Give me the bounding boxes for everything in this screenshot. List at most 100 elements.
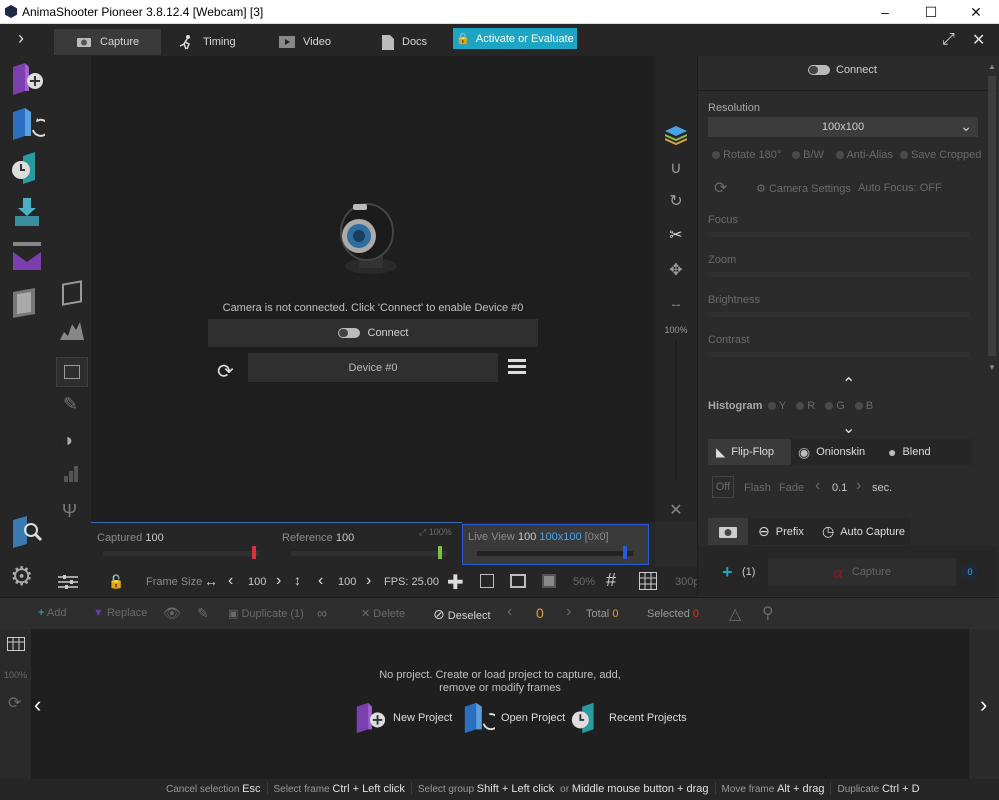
captured-slider-marker[interactable] [252, 546, 256, 559]
crop-tool-button[interactable] [56, 357, 88, 387]
add-button[interactable]: + Add [38, 607, 66, 619]
timeline-recent-projects-button[interactable]: Recent Projects [569, 701, 687, 735]
width-decrease-button[interactable]: ‹ [228, 572, 233, 590]
export-icon[interactable] [9, 238, 45, 274]
close-button[interactable]: ✕ [953, 0, 999, 24]
unlock-icon[interactable]: 🔓 [108, 574, 124, 590]
close-overlay-icon[interactable]: ✕ [666, 500, 686, 520]
expand-chevron-icon[interactable]: › [18, 28, 24, 49]
tab-prefix[interactable]: ⊖ Prefix [758, 518, 804, 545]
current-frame-index[interactable]: 0 [536, 605, 544, 621]
maximize-button[interactable]: ☐ [908, 0, 954, 24]
captured-slider[interactable] [103, 551, 259, 556]
frame-height-value[interactable]: 100 [338, 576, 356, 588]
rotate-icon[interactable]: ↻ [666, 191, 686, 211]
duplicate-button[interactable]: ▣ Duplicate (1) [228, 607, 304, 620]
tab-onionskin[interactable]: ◉ Onionskin [798, 439, 865, 465]
reference-panel[interactable]: Reference 100 ⤢ 100% [277, 522, 462, 566]
timeline-open-project-button[interactable]: Open Project [461, 701, 565, 735]
liveview-slider-marker[interactable] [623, 546, 627, 559]
link-icon[interactable]: ∞ [317, 605, 327, 621]
tab-docs[interactable]: Docs [360, 29, 449, 55]
timeline-scroll-right[interactable]: › [980, 692, 987, 718]
fps-value[interactable]: FPS: 25.00 [384, 576, 439, 588]
overlay-zoom-slider[interactable] [675, 340, 677, 480]
layers-view-icon[interactable] [62, 280, 82, 306]
liveview-panel[interactable]: Live View 100 100x100 [0x0] [462, 524, 649, 565]
tab-video[interactable]: Video [257, 29, 353, 55]
flip-fade-button[interactable]: Fade [779, 482, 804, 494]
reference-slider[interactable] [291, 551, 447, 556]
frame-width-value[interactable]: 100 [248, 576, 266, 588]
move-icon[interactable]: ✥ [666, 260, 686, 280]
tab-flip-flop[interactable]: ◣ Flip-Flop [708, 439, 791, 465]
contrast-icon[interactable]: ◑ [62, 430, 73, 451]
target-icon[interactable]: ⧿ [666, 295, 686, 315]
collapse-up-icon[interactable]: ⌃ [842, 374, 855, 394]
timeline-grid-icon[interactable] [7, 637, 25, 651]
histogram-view-icon[interactable] [60, 318, 84, 340]
refresh-devices-icon[interactable]: ⟳ [217, 359, 234, 384]
tab-timing[interactable]: Timing [155, 29, 258, 55]
reference-slider-marker[interactable] [438, 546, 442, 559]
camera-settings-button[interactable]: ⚙ Camera Settings [756, 182, 851, 195]
zoom-slider[interactable] [708, 272, 970, 277]
activate-button[interactable]: 🔒 Activate or Evaluate [453, 28, 577, 49]
mask-icon[interactable] [542, 574, 556, 588]
tab-blend[interactable]: ● Blend [888, 439, 931, 465]
antialias-option[interactable]: Anti-Alias [836, 149, 893, 161]
brush-icon[interactable]: ✎ [197, 605, 209, 622]
frames-icon[interactable] [9, 284, 45, 320]
tools-icon[interactable]: ✕ [972, 30, 985, 50]
delete-button[interactable]: ✕ Delete [361, 607, 405, 620]
settings-gear-icon[interactable]: ⚙ [10, 561, 33, 592]
width-increase-button[interactable]: › [276, 572, 281, 590]
panel-connect-button[interactable]: Connect [808, 64, 877, 76]
mask-opacity-value[interactable]: 50% [573, 576, 595, 588]
tab-capture[interactable]: Capture [54, 29, 162, 55]
adjust-sliders-icon[interactable] [58, 575, 78, 589]
onion-curve-icon[interactable]: ∪ [666, 158, 686, 178]
captured-panel[interactable]: Captured 100 [91, 522, 277, 566]
new-project-icon[interactable] [9, 61, 45, 97]
save-cropped-option[interactable]: Save Cropped [900, 149, 981, 161]
histogram-channels[interactable]: Y R G B [768, 400, 873, 412]
flip-interval-value[interactable]: 0.1 [832, 482, 847, 494]
timeline-new-project-button[interactable]: New Project [353, 701, 452, 735]
levels-icon[interactable] [64, 466, 78, 482]
preview-connect-button[interactable]: Connect [208, 319, 538, 347]
auto-focus-status[interactable]: Auto Focus: OFF [858, 182, 942, 194]
safe-area-icon[interactable] [480, 574, 494, 588]
bw-option[interactable]: B/W [792, 149, 824, 161]
settings-scrollbar[interactable]: ▲ ▼ [988, 62, 996, 372]
tab-capture-camera[interactable] [708, 518, 748, 545]
capture-button[interactable]: ɑ Capture [768, 558, 956, 586]
grid-hash-icon[interactable]: # [606, 570, 616, 591]
flip-flash-button[interactable]: Flash [744, 482, 771, 494]
frame-guide-icon[interactable] [510, 574, 526, 588]
layers-stack-icon[interactable] [665, 126, 687, 146]
flip-increase-button[interactable]: › [856, 477, 861, 495]
contrast-slider[interactable] [708, 352, 970, 357]
liveview-slider[interactable] [477, 551, 633, 556]
timeline-refresh-icon[interactable]: ⟳ [8, 693, 21, 713]
trident-icon[interactable]: Ψ [62, 501, 77, 522]
deselect-button[interactable]: ⊘ Deselect [433, 606, 491, 623]
flip-off-button[interactable]: Off [712, 476, 734, 498]
search-user-icon[interactable] [9, 514, 45, 550]
replace-button[interactable]: ▼ Replace [93, 607, 147, 619]
device-select[interactable]: Device #0 [248, 353, 498, 382]
flip-decrease-button[interactable]: ‹ [815, 477, 820, 495]
eyedropper-icon[interactable]: ✎ [63, 394, 78, 415]
rotate-option[interactable]: Rotate 180° [712, 149, 781, 161]
resolution-select[interactable]: 100x100 ⌄ [708, 117, 978, 137]
timeline-scroll-left[interactable]: ‹ [34, 692, 41, 718]
search-icon[interactable]: ⚲ [762, 603, 774, 623]
eye-icon[interactable]: 👁 [163, 605, 181, 622]
next-frame-button[interactable]: › [566, 603, 571, 621]
refresh-camera-icon[interactable]: ⟳ [714, 178, 727, 198]
flip-horizontal-icon[interactable]: △ [729, 604, 741, 624]
previous-frame-button[interactable]: ‹ [507, 603, 512, 621]
brightness-slider[interactable] [708, 312, 970, 317]
recent-projects-icon[interactable] [9, 150, 45, 186]
